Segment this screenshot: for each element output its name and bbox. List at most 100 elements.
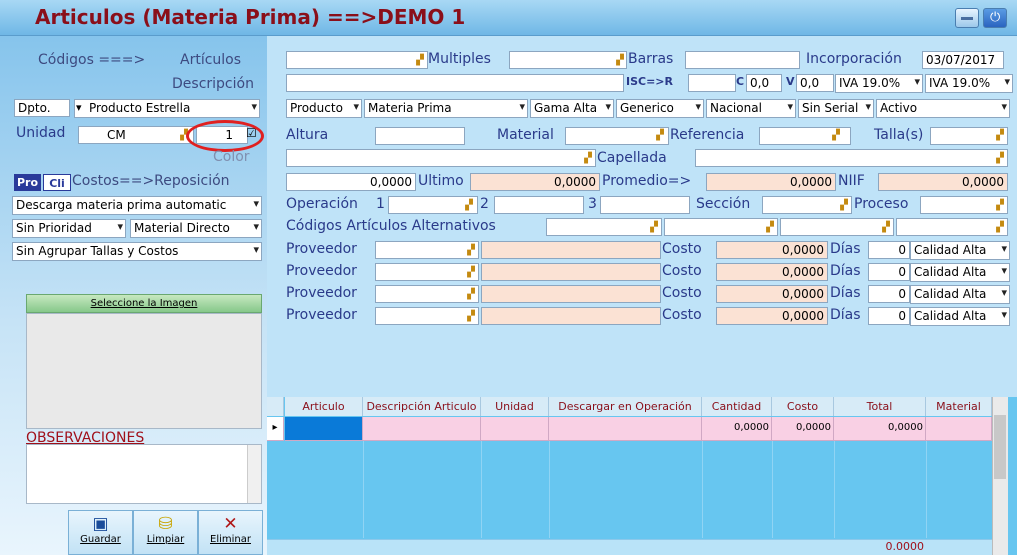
grid-cell[interactable]	[926, 417, 992, 441]
lookup-icon[interactable]: ▞	[764, 222, 776, 234]
lookup-icon[interactable]: ▞	[465, 267, 477, 279]
grid-header[interactable]: Material	[926, 397, 992, 416]
descarga-select[interactable]: Descarga materia prima automatic	[12, 196, 262, 215]
operacion-3-input[interactable]	[600, 196, 690, 214]
lookup-icon[interactable]: ▞	[994, 222, 1006, 234]
calidad-select[interactable]: Calidad Alta	[910, 285, 1010, 304]
dpto-field[interactable]: Dpto.	[14, 99, 70, 117]
calidad-select[interactable]: Calidad Alta	[910, 263, 1010, 282]
grid-cell-total[interactable]: 0,0000	[834, 417, 926, 441]
lookup-icon[interactable]: ▞	[994, 130, 1006, 142]
lookup-icon[interactable]: ▞	[830, 130, 842, 142]
proveedor-input[interactable]	[375, 307, 479, 325]
multiples-input[interactable]	[509, 51, 627, 69]
serial-select[interactable]: Sin Serial	[798, 99, 874, 118]
materia-select[interactable]: Materia Prima	[364, 99, 528, 118]
capellada-input[interactable]	[695, 149, 1008, 167]
alternativo-3-input[interactable]	[780, 218, 894, 236]
grid-cell[interactable]	[481, 417, 549, 441]
color-input[interactable]	[286, 149, 596, 167]
lookup-icon[interactable]: ▞	[648, 222, 660, 234]
costo-reposicion-input[interactable]: 0,0000	[286, 173, 416, 191]
lookup-icon[interactable]: ▞	[465, 289, 477, 301]
agrupar-select[interactable]: Sin Agrupar Tallas y Costos	[12, 242, 262, 261]
c-input[interactable]: 0,0	[746, 74, 782, 92]
iva-select-1[interactable]: IVA 19.0%	[835, 74, 923, 93]
proveedor-input[interactable]	[375, 263, 479, 281]
lookup-icon[interactable]: ▞	[880, 222, 892, 234]
grid-header[interactable]: Cantidad	[702, 397, 772, 416]
lookup-icon[interactable]: ▞	[465, 245, 477, 257]
materials-grid[interactable]: Articulo Descripción Articulo Unidad Des…	[267, 397, 1017, 555]
grid-scroll-thumb[interactable]	[994, 415, 1006, 479]
lookup-icon[interactable]: ▞	[838, 200, 850, 212]
lookup-icon[interactable]: ▞	[614, 55, 626, 67]
tab-pro[interactable]: Pro	[14, 174, 41, 191]
proveedor-input[interactable]	[375, 285, 479, 303]
power-button[interactable]: ⏻	[983, 8, 1007, 28]
grid-header[interactable]: Descargar en Operación	[549, 397, 702, 416]
grid-cell[interactable]	[549, 417, 702, 441]
proveedor-input[interactable]	[375, 241, 479, 259]
alternativo-4-input[interactable]	[896, 218, 1008, 236]
alternativo-2-input[interactable]	[664, 218, 778, 236]
proveedor-costo[interactable]: 0,0000	[716, 241, 828, 259]
articulo-code-input[interactable]	[286, 51, 428, 69]
grid-header[interactable]: Articulo	[285, 397, 363, 416]
isc-input[interactable]	[688, 74, 736, 92]
dpto-select[interactable]: Producto Estrella	[74, 99, 260, 118]
promedio-input[interactable]: 0,0000	[706, 173, 836, 191]
minimize-button[interactable]	[955, 8, 979, 28]
prioridad-select[interactable]: Sin Prioridad	[12, 219, 126, 238]
unidad-input[interactable]: CM	[78, 126, 194, 144]
tab-cli[interactable]: Cli	[43, 174, 71, 191]
material-type-select[interactable]: Material Directo	[130, 219, 262, 238]
grid-cell-cantidad[interactable]: 0,0000	[702, 417, 772, 441]
gama-select[interactable]: Gama Alta	[530, 99, 614, 118]
calidad-select[interactable]: Calidad Alta	[910, 241, 1010, 260]
grid-cell[interactable]	[363, 417, 481, 441]
guardar-button[interactable]: ▣ Guardar	[68, 510, 133, 555]
grid-cell-articulo[interactable]	[285, 417, 363, 441]
alternativo-1-input[interactable]	[546, 218, 662, 236]
proveedor-costo[interactable]: 0,0000	[716, 263, 828, 281]
lookup-icon[interactable]: ▞	[463, 200, 475, 212]
barras-input[interactable]	[685, 51, 800, 69]
lookup-icon[interactable]: ▞	[654, 130, 666, 142]
proveedor-dias[interactable]: 0	[868, 285, 910, 303]
lookup-icon[interactable]: ▞	[414, 55, 426, 67]
calidad-select[interactable]: Calidad Alta	[910, 307, 1010, 326]
grid-header[interactable]: Costo	[772, 397, 834, 416]
v-input[interactable]: 0,0	[796, 74, 834, 92]
eliminar-button[interactable]: ✕ Eliminar	[198, 510, 263, 555]
proveedor-dias[interactable]: 0	[868, 241, 910, 259]
proveedor-dias[interactable]: 0	[868, 307, 910, 325]
lookup-icon[interactable]: ▞	[994, 200, 1006, 212]
grid-cell-costo[interactable]: 0,0000	[772, 417, 834, 441]
observaciones-scrollbar[interactable]	[247, 445, 261, 503]
grid-header[interactable]: Descripción Articulo	[363, 397, 481, 416]
nacional-select[interactable]: Nacional	[706, 99, 796, 118]
v-label: V	[786, 75, 795, 88]
activo-select[interactable]: Activo	[876, 99, 1010, 118]
niif-input[interactable]: 0,0000	[878, 173, 1008, 191]
lookup-icon[interactable]: ▞	[994, 153, 1006, 165]
generico-select[interactable]: Generico	[616, 99, 704, 118]
altura-input[interactable]	[375, 127, 465, 145]
producto-select[interactable]: Producto	[286, 99, 362, 118]
ultimo-input[interactable]: 0,0000	[470, 173, 600, 191]
proveedor-dias[interactable]: 0	[868, 263, 910, 281]
iva-select-2[interactable]: IVA 19.0%	[925, 74, 1013, 93]
operacion-2-input[interactable]	[494, 196, 584, 214]
grid-header[interactable]: Unidad	[481, 397, 549, 416]
incorporacion-date-input[interactable]: 03/07/2017	[922, 51, 1004, 69]
proveedor-costo[interactable]: 0,0000	[716, 285, 828, 303]
proveedor-costo[interactable]: 0,0000	[716, 307, 828, 325]
lookup-icon[interactable]: ▞	[465, 311, 477, 323]
observaciones-textarea[interactable]	[26, 444, 262, 504]
descripcion-input[interactable]	[286, 74, 624, 92]
select-image-button[interactable]: Seleccione la Imagen	[26, 294, 262, 313]
limpiar-button[interactable]: ⛁ Limpiar	[133, 510, 198, 555]
lookup-icon[interactable]: ▞	[582, 153, 594, 165]
grid-header[interactable]: Total	[834, 397, 926, 416]
